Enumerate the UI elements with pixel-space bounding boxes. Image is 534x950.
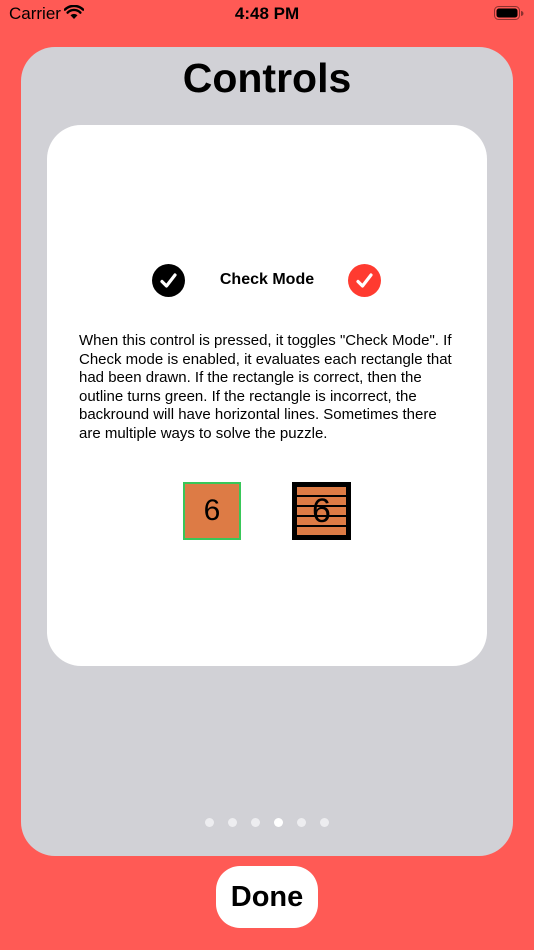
page-dot[interactable] xyxy=(251,818,260,827)
page-indicator[interactable] xyxy=(205,818,335,828)
incorrect-tile-number: 6 xyxy=(312,491,331,530)
status-bar: Carrier 4:48 PM xyxy=(0,0,534,30)
correct-rectangle-example: 6 xyxy=(183,482,241,540)
page-dot[interactable] xyxy=(297,818,306,827)
checkmark-circle-red-icon xyxy=(348,264,381,297)
incorrect-rectangle-example: 6 xyxy=(292,482,351,540)
correct-tile-number: 6 xyxy=(203,494,221,527)
page-title: Controls xyxy=(182,55,352,101)
battery-icon xyxy=(494,6,524,21)
page-dot[interactable] xyxy=(205,818,214,827)
done-button[interactable]: Done xyxy=(216,866,318,928)
page-dot[interactable] xyxy=(228,818,237,827)
check-mode-label: Check Mode xyxy=(219,271,315,288)
page-dot-current[interactable] xyxy=(274,818,283,827)
page-dot[interactable] xyxy=(320,818,329,827)
check-mode-description: When this control is pressed, it toggles… xyxy=(79,332,452,442)
checkmark-circle-black-icon xyxy=(152,264,185,297)
status-time: 4:48 PM xyxy=(234,4,300,23)
